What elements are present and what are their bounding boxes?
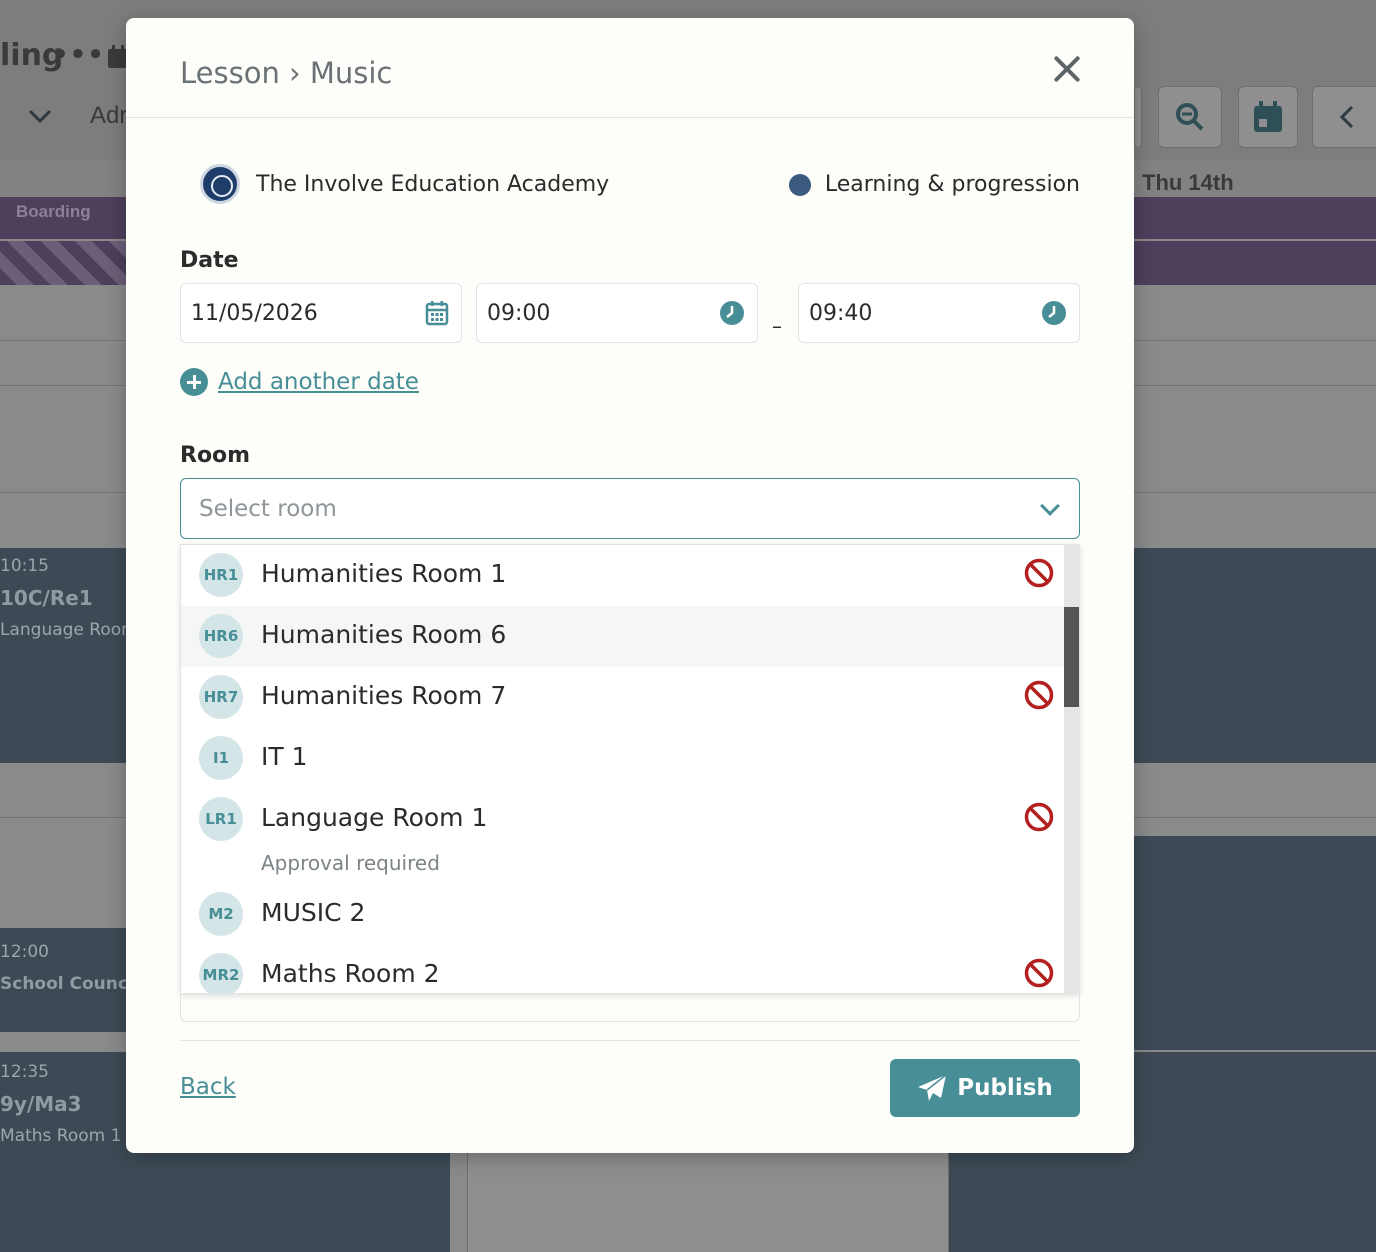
room-code-badge: I1 bbox=[199, 736, 243, 780]
obscured-field bbox=[180, 993, 1080, 1022]
calendar-event: 12:00 School Council bbox=[0, 928, 140, 1032]
lesson-modal: Lesson › Music The Involve Education Aca… bbox=[126, 18, 1134, 1153]
more-options-icon: ••• bbox=[52, 40, 105, 70]
chevron-down-icon bbox=[1040, 496, 1060, 516]
room-placeholder: Select room bbox=[199, 495, 337, 522]
school-name: The Involve Education Academy bbox=[256, 171, 610, 197]
boarding-label: Boarding bbox=[16, 202, 91, 221]
chevron-down-icon bbox=[22, 96, 58, 136]
room-option[interactable]: HR1 Humanities Room 1 bbox=[181, 545, 1064, 606]
end-time-value: 09:40 bbox=[809, 300, 873, 326]
room-option[interactable]: M2 MUSIC 2 bbox=[181, 884, 1064, 945]
plus-circle-icon bbox=[180, 368, 208, 396]
room-note: Approval required bbox=[261, 851, 440, 875]
start-time-field[interactable]: 09:00 bbox=[476, 283, 758, 343]
toolbar-button-edge bbox=[1134, 86, 1142, 148]
school-info: The Involve Education Academy bbox=[200, 164, 609, 204]
unavailable-icon bbox=[1024, 558, 1054, 588]
end-time-field[interactable]: 09:40 bbox=[798, 283, 1080, 343]
day-header: Thu 14th bbox=[1142, 170, 1234, 195]
room-option[interactable]: I1 IT 1 bbox=[181, 728, 1064, 789]
date-value: 11/05/2026 bbox=[191, 300, 318, 326]
room-select[interactable]: Select room bbox=[180, 478, 1080, 539]
category-label: Learning & progression bbox=[824, 172, 1080, 197]
room-code-badge: HR6 bbox=[199, 614, 243, 658]
date-label: Date bbox=[180, 248, 239, 273]
calendar-icon[interactable] bbox=[425, 300, 449, 332]
modal-title: Lesson › Music bbox=[180, 56, 393, 90]
clock-icon[interactable] bbox=[719, 300, 745, 332]
event-time: 12:00 bbox=[0, 942, 49, 962]
category-indicator: Learning & progression bbox=[788, 172, 1080, 197]
shield-icon bbox=[0, 92, 12, 136]
unavailable-icon bbox=[1024, 680, 1054, 710]
school-logo bbox=[200, 164, 240, 204]
toolbar-text: Adr bbox=[90, 102, 128, 129]
room-code-badge: HR7 bbox=[199, 675, 243, 719]
room-name: MUSIC 2 bbox=[261, 898, 366, 927]
room-name: Language Room 1 bbox=[261, 803, 488, 832]
unavailable-icon bbox=[1024, 958, 1054, 988]
room-option[interactable]: MR2 Maths Room 2 bbox=[181, 945, 1064, 993]
room-name: Humanities Room 1 bbox=[261, 559, 507, 588]
chevron-left-icon bbox=[1312, 86, 1376, 148]
category-dot bbox=[788, 173, 811, 196]
publish-button[interactable]: Publish bbox=[890, 1059, 1080, 1117]
room-code-badge: HR1 bbox=[199, 553, 243, 597]
calendar-icon bbox=[1238, 86, 1298, 148]
calendar-event-right bbox=[1134, 836, 1376, 1050]
calendar-column bbox=[467, 1150, 949, 1252]
close-icon[interactable] bbox=[1052, 54, 1082, 84]
room-code-badge: MR2 bbox=[199, 953, 243, 993]
zoom-out-icon bbox=[1158, 86, 1222, 148]
start-time-value: 09:00 bbox=[487, 300, 551, 326]
room-option[interactable]: HR7 Humanities Room 7 bbox=[181, 667, 1064, 728]
room-option[interactable]: LR1 Language Room 1 Approval required bbox=[181, 789, 1064, 884]
room-name: Humanities Room 6 bbox=[261, 620, 507, 649]
add-another-date-link[interactable]: Add another date bbox=[180, 368, 419, 396]
modal-header: Lesson › Music bbox=[126, 18, 1134, 118]
footer-divider bbox=[180, 1040, 1080, 1041]
paper-plane-icon bbox=[918, 1074, 947, 1101]
room-name: IT 1 bbox=[261, 742, 308, 771]
unavailable-icon bbox=[1024, 802, 1054, 832]
room-code-badge: LR1 bbox=[199, 797, 243, 841]
boarding-stripe bbox=[0, 241, 130, 285]
room-name: Maths Room 2 bbox=[261, 959, 440, 988]
room-label: Room bbox=[180, 443, 251, 468]
date-field[interactable]: 11/05/2026 bbox=[180, 283, 462, 343]
room-dropdown: HR1 Humanities Room 1 HR6 Humanities Roo… bbox=[180, 544, 1080, 994]
event-name: School Council bbox=[0, 974, 140, 994]
room-code-badge: M2 bbox=[199, 892, 243, 936]
add-date-label: Add another date bbox=[218, 369, 419, 395]
room-options: HR1 Humanities Room 1 HR6 Humanities Roo… bbox=[181, 545, 1064, 993]
room-name: Humanities Room 7 bbox=[261, 681, 507, 710]
time-separator: – bbox=[772, 314, 782, 338]
publish-label: Publish bbox=[957, 1075, 1053, 1101]
back-link[interactable]: Back bbox=[180, 1074, 236, 1100]
room-option[interactable]: HR6 Humanities Room 6 bbox=[181, 606, 1064, 667]
clock-icon[interactable] bbox=[1041, 300, 1067, 332]
dropdown-scrollbar-thumb[interactable] bbox=[1064, 607, 1079, 707]
